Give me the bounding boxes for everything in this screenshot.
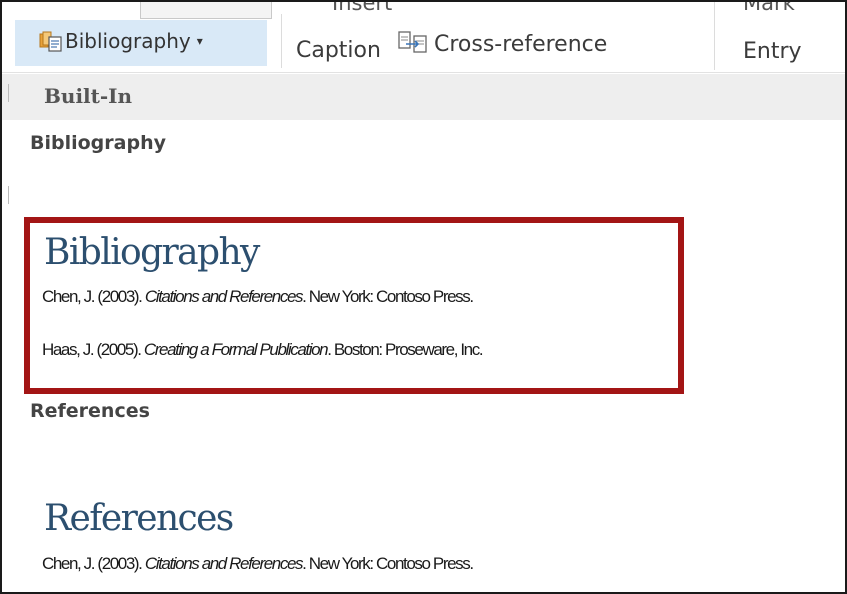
ribbon-separator <box>714 2 715 70</box>
mark-entry-label-top: Mark <box>743 0 795 15</box>
ribbon-strip: Bibliography ▾ Insert Caption Cross-refer… <box>2 0 845 73</box>
section-header-label: Built-In <box>44 84 133 108</box>
gallery-item-references[interactable]: References Chen, J. (2003). Citations an… <box>30 432 690 592</box>
cross-reference-label: Cross-reference <box>434 32 608 57</box>
bibliography-icon <box>39 31 62 52</box>
insert-caption-button[interactable]: Caption <box>296 38 381 63</box>
bibliography-button[interactable]: Bibliography ▾ <box>15 20 267 66</box>
mark-entry-button[interactable]: Entry <box>743 39 802 64</box>
ribbon-separator <box>281 14 282 68</box>
gallery-item-label-bibliography: Bibliography <box>30 132 166 154</box>
left-edge-marker <box>2 84 9 102</box>
left-edge-marker <box>2 186 9 204</box>
dropdown-caret-icon: ▾ <box>196 34 203 48</box>
cross-reference-icon <box>398 31 427 53</box>
insert-caption-label-top: Insert <box>332 0 393 15</box>
preview-heading: References <box>44 498 234 539</box>
cross-reference-button[interactable]: Cross-reference <box>398 31 608 57</box>
citation-publisher: . New York: Contoso Press. <box>302 554 474 573</box>
bibliography-dropdown-window: Bibliography ▾ Insert Caption Cross-refer… <box>0 0 847 594</box>
gallery-section-header: Built-In <box>2 74 845 120</box>
ribbon-group-tab <box>140 2 272 19</box>
highlight-box <box>24 217 684 394</box>
citation-authors: Chen, J. (2003). <box>42 554 145 573</box>
gallery-item-label-references: References <box>30 400 150 422</box>
bibliography-button-label: Bibliography <box>65 29 191 53</box>
citation-entry: Chen, J. (2003). Citations and Reference… <box>42 554 474 574</box>
citation-title: Citations and References <box>144 554 304 573</box>
